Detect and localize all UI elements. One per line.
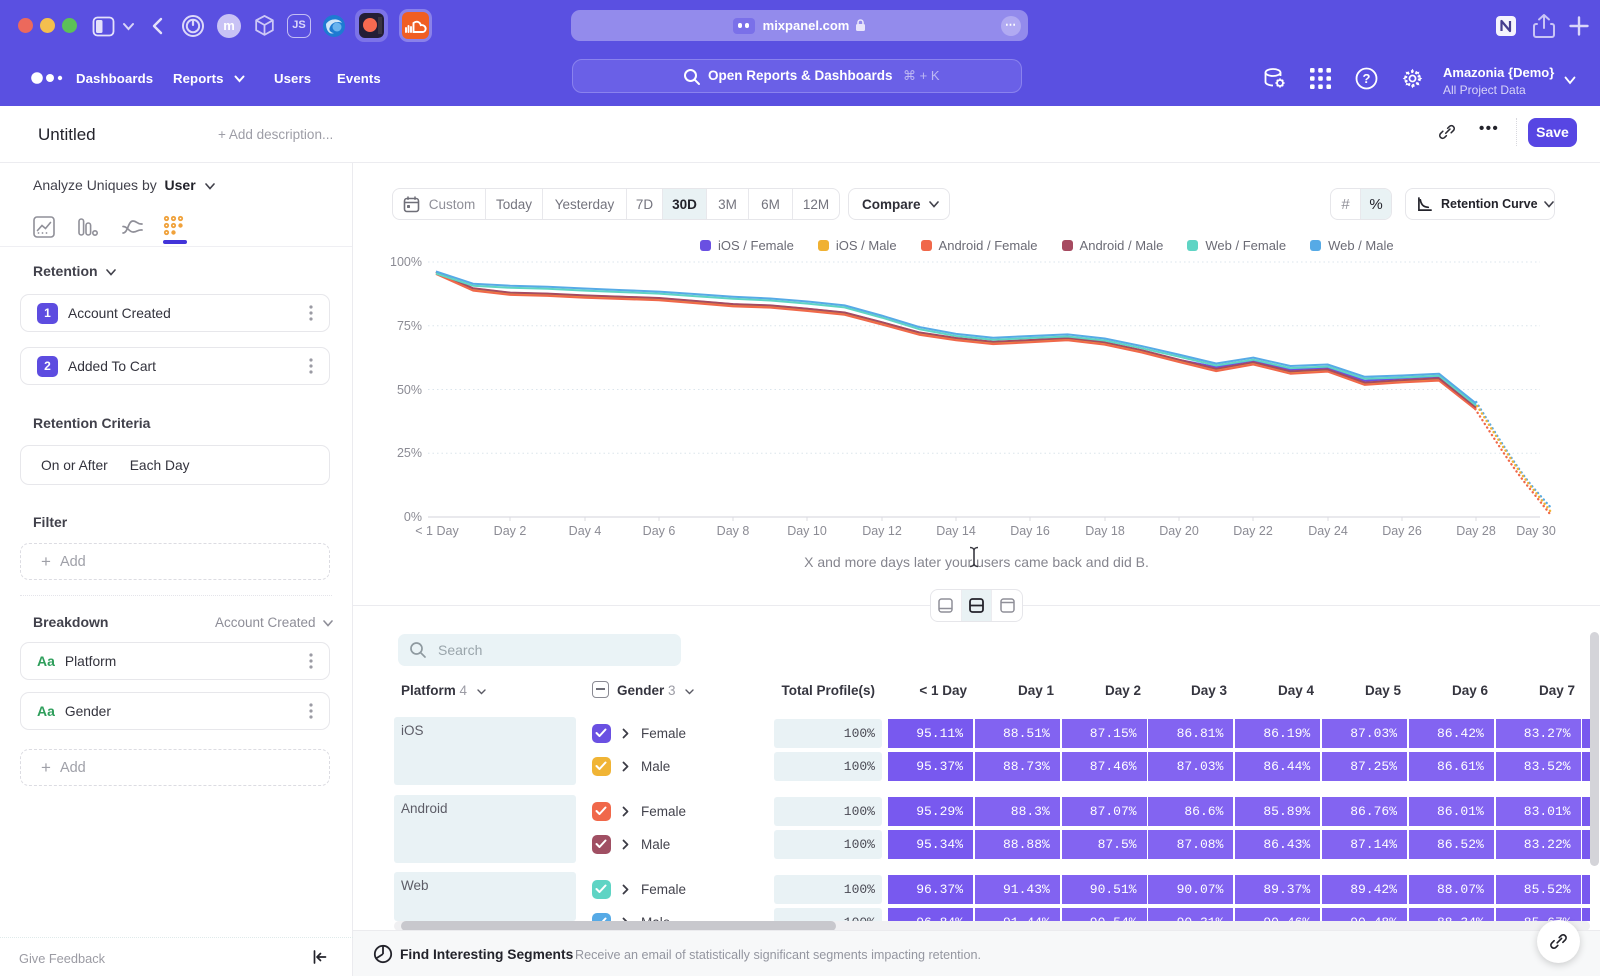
svg-text:?: ?	[1363, 71, 1371, 86]
